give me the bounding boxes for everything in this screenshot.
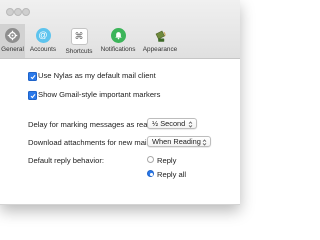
gear-icon <box>5 28 20 43</box>
delay-label: Delay for marking messages as read: <box>28 120 154 129</box>
paint-bucket-icon <box>153 28 168 43</box>
reply-option-label: Reply <box>157 156 177 165</box>
reply-all-option-label: Reply all <box>157 170 187 179</box>
minimize-window-button[interactable] <box>14 8 22 16</box>
tab-notifications[interactable]: Notifications <box>99 24 137 58</box>
close-window-button[interactable] <box>6 8 14 16</box>
tab-accounts[interactable]: @ Accounts <box>27 24 59 58</box>
reply-behavior-label: Default reply behavior: <box>28 156 104 165</box>
tab-label: Appearance <box>142 46 178 53</box>
toolbar: General @ Accounts ⌘ Shortcuts Notificat… <box>0 0 240 59</box>
tab-label: General <box>1 46 24 53</box>
tab-label: Accounts <box>29 46 57 53</box>
default-client-checkbox[interactable] <box>28 72 37 81</box>
default-client-label: Use Nylas as my default mail client <box>38 71 156 80</box>
reply-radio[interactable] <box>147 156 154 163</box>
bell-icon <box>110 28 126 43</box>
checkmark-icon <box>30 74 35 79</box>
chevron-up-down-icon <box>201 138 208 146</box>
delay-value: ½ Second <box>152 119 186 128</box>
tab-shortcuts[interactable]: ⌘ Shortcuts <box>62 24 96 58</box>
general-settings-panel: Use Nylas as my default mail client Show… <box>0 59 240 204</box>
download-select[interactable]: When Reading <box>147 136 211 147</box>
gmail-markers-label: Show Gmail-style important markers <box>38 90 161 99</box>
delay-select[interactable]: ½ Second <box>147 118 197 129</box>
download-label: Download attachments for new mail: <box>28 138 151 147</box>
at-sign-icon: @ <box>35 28 51 43</box>
zoom-window-button[interactable] <box>22 8 30 16</box>
chevron-up-down-icon <box>187 120 194 128</box>
download-value: When Reading <box>152 137 201 146</box>
tab-general[interactable]: General <box>0 24 25 58</box>
tab-label: Notifications <box>100 46 136 53</box>
gmail-markers-checkbox[interactable] <box>28 91 37 100</box>
command-key-icon: ⌘ <box>70 28 88 45</box>
preferences-window: General @ Accounts ⌘ Shortcuts Notificat… <box>0 0 240 205</box>
reply-all-radio[interactable] <box>147 170 154 177</box>
checkmark-icon <box>30 93 35 98</box>
tab-label: Shortcuts <box>65 48 93 55</box>
tab-appearance[interactable]: Appearance <box>140 24 180 58</box>
